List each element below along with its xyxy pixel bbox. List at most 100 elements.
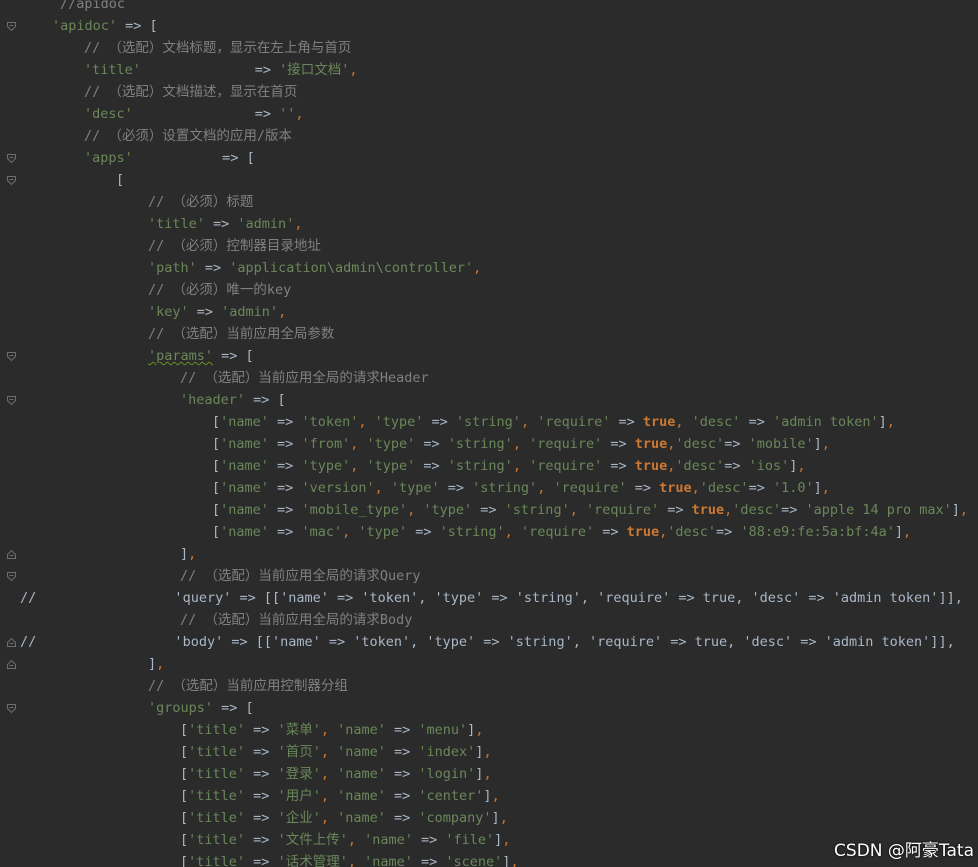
code-token: => [196,260,230,276]
code-token: => [ [213,348,254,364]
code-token: 'title' [188,744,246,760]
code-line[interactable]: // （必须）标题 [0,191,978,213]
code-token: => [245,788,278,804]
code-line[interactable]: // 'body' => [['name' => 'token', 'type'… [0,631,978,653]
code-token: , [821,480,830,496]
fold-open-icon[interactable] [7,396,16,405]
code-line[interactable]: ['title' => '用户', 'name' => 'center'], [0,785,978,807]
code-line[interactable]: // （选配）当前应用全局的请求Header [0,367,978,389]
code-token: => [ [213,700,254,716]
code-line[interactable]: 'apidoc' => [ [0,15,978,37]
code-token: , [278,304,287,320]
code-line[interactable]: // （选配）文档标题，显示在左上角与首页 [0,37,978,59]
code-token: true [691,502,725,518]
code-line[interactable]: // （选配）当前应用全局的请求Body [0,609,978,631]
code-token: ] [813,436,822,452]
code-token: 'require' [585,502,660,518]
fold-close-icon[interactable] [7,660,16,669]
code-text: ], [180,543,196,565]
code-line[interactable]: 'key' => 'admin', [0,301,978,323]
code-line[interactable]: 'desc' => '', [0,103,978,125]
code-line[interactable]: // （选配）当前应用控制器分组 [0,675,978,697]
code-text: 'header' => [ [180,389,286,411]
code-token: // （必须）设置文档的应用/版本 [84,128,293,144]
code-token: , [349,62,358,78]
code-token: , [342,524,359,540]
code-line[interactable]: 'title' => '接口文档', [0,59,978,81]
fold-open-icon[interactable] [7,22,16,31]
code-token: 'ios' [748,458,790,474]
code-line[interactable]: ], [0,543,978,565]
code-line[interactable]: ['title' => '企业', 'name' => 'company'], [0,807,978,829]
code-line[interactable]: // （选配）文档描述，显示在首页 [0,81,978,103]
code-line[interactable]: ['name' => 'version', 'type' => 'string'… [0,477,978,499]
code-line[interactable]: 'apps' => [ [0,147,978,169]
code-token: ] [813,480,822,496]
code-token: 'title' [188,810,246,826]
code-text: 'path' => 'application\admin\controller'… [148,257,481,279]
code-line[interactable]: ['title' => '首页', 'name' => 'index'], [0,741,978,763]
code-line[interactable]: ['title' => '菜单', 'name' => 'menu'], [0,719,978,741]
code-line[interactable]: [ [0,169,978,191]
code-line[interactable]: ], [0,653,978,675]
code-editor[interactable]: //apidoc 'apidoc' => [ // （选配）文档标题，显示在左上角与… [0,0,978,867]
code-line[interactable]: ['name' => 'from', 'type' => 'string', '… [0,433,978,455]
code-line[interactable]: // （必须）唯一的key [0,279,978,301]
code-token: 'params' [148,348,214,364]
code-text: ['name' => 'mac', 'type' => 'string', 'r… [212,521,911,543]
code-line[interactable]: 'path' => 'application\admin\controller'… [0,257,978,279]
code-line[interactable]: 'params' => [ [0,345,978,367]
code-line[interactable]: ['title' => '登录', 'name' => 'login'], [0,763,978,785]
code-token: => [245,810,278,826]
code-line[interactable]: ['name' => 'type', 'type' => 'string', '… [0,455,978,477]
code-token: , [502,832,511,848]
code-line[interactable]: 'title' => 'admin', [0,213,978,235]
code-text: 'key' => 'admin', [148,301,286,323]
code-text: // （选配）当前应用全局的请求Query [180,565,421,587]
code-token: //apidoc [60,0,126,12]
code-token: 'type' [390,480,440,496]
code-token: 'mac' [301,524,343,540]
fold-open-icon[interactable] [7,572,16,581]
code-token: , [320,744,338,760]
code-line[interactable]: // （选配）当前应用全局参数 [0,323,978,345]
fold-close-icon[interactable] [7,638,16,647]
code-line[interactable]: ['name' => 'token', 'type' => 'string', … [0,411,978,433]
code-line[interactable]: 'groups' => [ [0,697,978,719]
code-token: 'name' [337,744,386,760]
fold-close-icon[interactable] [7,550,16,559]
fold-open-icon[interactable] [7,704,16,713]
code-token: // （选配）当前应用全局的请求Header [180,370,429,386]
fold-open-icon[interactable] [7,352,16,361]
code-line[interactable]: // （选配）当前应用全局的请求Query [0,565,978,587]
code-line[interactable]: ['name' => 'mac', 'type' => 'string', 'r… [0,521,978,543]
code-token: true [634,458,668,474]
code-text: 'title' => '接口文档', [84,59,357,81]
code-token: 'key' [148,304,189,320]
code-line[interactable]: // 'query' => [['name' => 'token', 'type… [0,587,978,609]
code-line[interactable]: ['title' => '话术管理', 'name' => 'scene'], [0,851,978,867]
code-token: , [156,656,165,672]
code-line[interactable]: // （必须）设置文档的应用/版本 [0,125,978,147]
code-line[interactable]: 'header' => [ [0,389,978,411]
code-token: 'desc' [84,106,133,122]
code-token: 'name' [220,524,269,540]
code-line[interactable]: ['title' => '文件上传', 'name' => 'file'], [0,829,978,851]
code-token: => [415,436,448,452]
code-token: , [504,524,521,540]
code-line[interactable]: ['name' => 'mobile_type', 'type' => 'str… [0,499,978,521]
code-text: [ [116,169,124,191]
code-text: ['name' => 'mobile_type', 'type' => 'str… [212,499,968,521]
code-line[interactable]: // （必须）控制器目录地址 [0,235,978,257]
code-token: => [602,436,635,452]
code-token: 'title' [188,788,246,804]
code-text: ['title' => '文件上传', 'name' => 'file'], [180,829,510,851]
code-token: // （选配）文档标题，显示在左上角与首页 [84,40,352,56]
code-token: [ [180,854,189,867]
code-token: 'string' [472,480,538,496]
fold-open-icon[interactable] [7,154,16,163]
code-token: , [675,414,692,430]
code-line[interactable]: //apidoc [0,0,978,15]
fold-open-icon[interactable] [7,176,16,185]
code-token: 'apidoc' [52,18,118,34]
